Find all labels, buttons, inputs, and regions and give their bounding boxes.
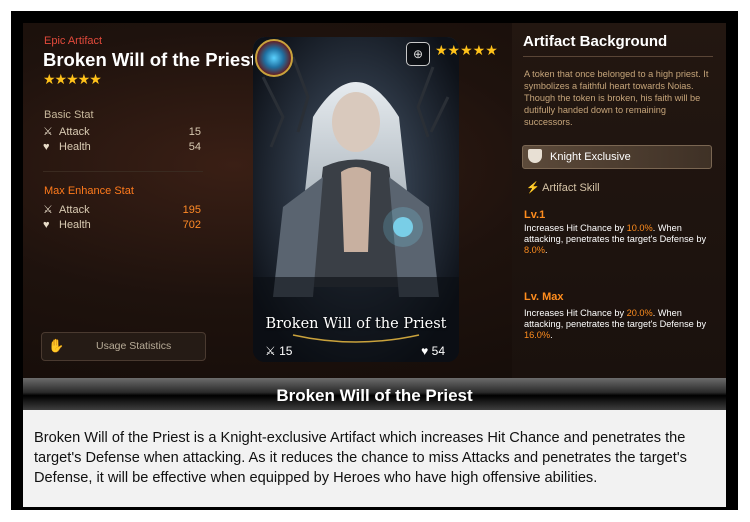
shield-icon [528,149,542,163]
max-attack-row: ⚔ Attack 195 [43,204,201,218]
divider [43,171,203,172]
max-stat-title: Max Enhance Stat [44,185,134,197]
sword-icon: ⚔ [265,344,276,358]
basic-stat-title: Basic Stat [44,109,94,121]
artifact-skill-label: Artifact Skill [542,182,600,194]
defense-pen-value: 16.0% [524,330,551,340]
card-attack-value: 15 [279,344,293,358]
card-stars: ★★★★★ [435,42,498,58]
desc-text: . [550,330,553,340]
hit-chance-value: 20.0% [626,308,653,318]
card-title: Broken Will of the Priest [265,316,447,332]
skill-level-max-desc: Increases Hit Chance by 20.0%. When atta… [524,308,718,341]
usage-statistics-button[interactable]: ✋ Usage Statistics [41,332,206,361]
skill-level-1-desc: Increases Hit Chance by 10.0%. When atta… [524,223,718,256]
usage-stats-icon: ✋ [48,338,65,353]
usage-statistics-label: Usage Statistics [96,340,172,352]
artifact-screen: Epic Artifact Broken Will of the Priest … [23,23,726,378]
stat-label: Health [59,141,91,153]
caption-title: Broken Will of the Priest [276,386,473,405]
stat-value: 54 [188,141,201,153]
lightning-icon: ⚡ [526,182,540,194]
stat-value: 15 [188,126,201,138]
card-health-value: 54 [431,344,445,358]
basic-health-row: ♥ Health 54 [43,141,201,155]
desc-text: Increases Hit Chance by [524,308,627,318]
heart-icon: ♥ [43,141,50,153]
stat-value: 702 [182,219,201,231]
artifact-name: Broken Will of the Priest [43,49,257,70]
card-health: ♥ 54 [421,344,445,358]
divider [523,56,713,57]
artifact-card[interactable]: Broken Will of the Priest ⚔ 15 ♥ 54 [253,37,459,362]
sword-icon: ⚔ [43,204,53,216]
artifact-illustration [253,37,459,362]
rarity-stars: ★★★★★ [43,71,102,87]
knight-exclusive-badge: Knight Exclusive [522,145,712,169]
artifact-skill-title: ⚡ Artifact Skill [526,181,600,194]
max-health-row: ♥ Health 702 [43,219,201,233]
skill-level-1-label: Lv.1 [524,209,546,221]
background-panel: Artifact Background A token that once be… [512,23,726,378]
desc-text: . [544,245,548,255]
basic-attack-row: ⚔ Attack 15 [43,126,201,140]
rarity-label: Epic Artifact [44,35,103,47]
sword-icon: ⚔ [43,126,53,138]
desc-text: Increases Hit Chance by [524,223,627,233]
stat-label: Health [59,219,91,231]
hit-chance-value: 10.0% [626,223,653,233]
knight-exclusive-label: Knight Exclusive [550,151,631,163]
heart-icon: ♥ [43,219,50,231]
background-text: A token that once belonged to a high pri… [524,69,709,127]
artifact-emblem-icon [255,39,293,77]
heart-icon: ♥ [421,344,429,358]
skill-level-max-label: Lv. Max [524,291,564,303]
background-title: Artifact Background [523,33,668,50]
defense-pen-value: 8.0% [524,245,545,255]
card-attack: ⚔ 15 [265,344,292,358]
stat-label: Attack [59,126,90,138]
stat-value: 195 [182,204,201,216]
stats-panel: Epic Artifact Broken Will of the Priest … [23,23,257,378]
zoom-icon[interactable]: ⊕ [406,42,430,66]
stat-label: Attack [59,204,90,216]
caption-bar: Broken Will of the Priest [23,378,726,410]
artifact-description: Broken Will of the Priest is a Knight-ex… [34,430,687,486]
